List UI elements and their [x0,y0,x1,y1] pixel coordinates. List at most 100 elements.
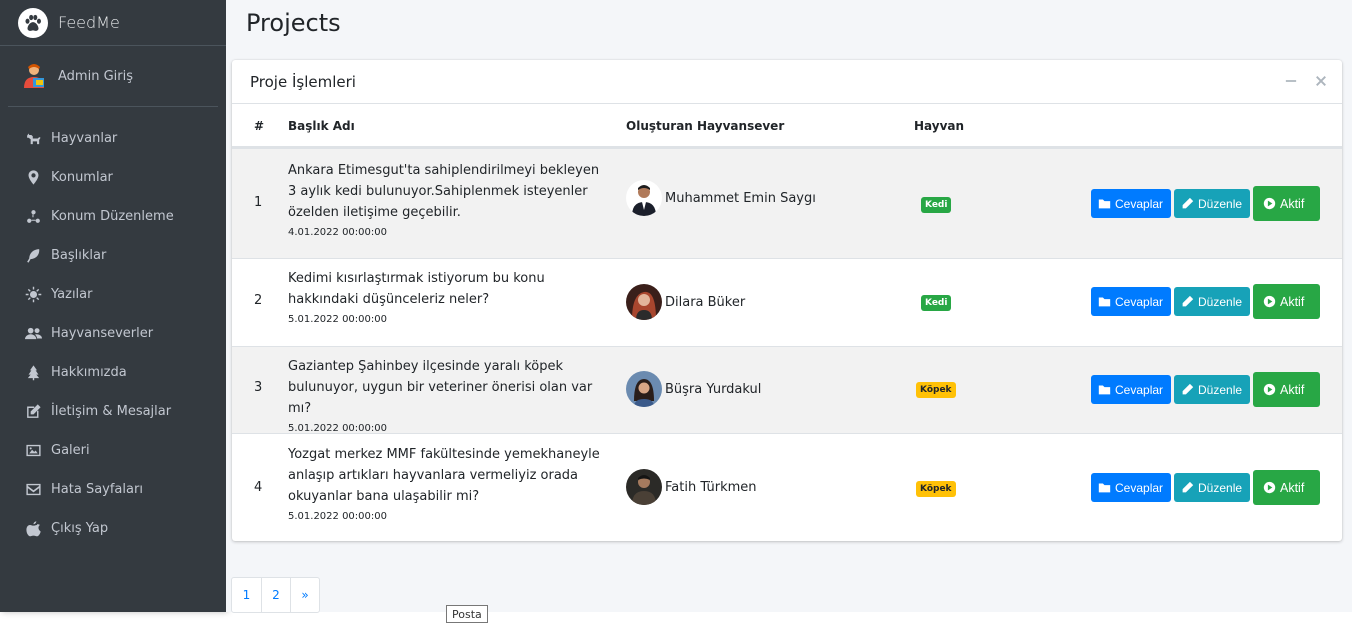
user-panel[interactable]: Admin Giriş [8,46,218,107]
active-label: Aktif [1280,480,1305,495]
edit-label: Düzenle [1198,382,1243,397]
play-circle-icon [1263,197,1276,210]
page-link-2[interactable]: 2 [261,578,290,612]
active-button[interactable]: Aktif [1253,372,1320,407]
edit-button[interactable]: Düzenle [1174,375,1250,404]
edit-button[interactable]: Düzenle [1174,473,1250,502]
creator-name: Fatih Türkmen [665,479,757,495]
pencil-icon [1182,481,1194,493]
answers-button[interactable]: Cevaplar [1091,287,1171,316]
folder-icon [1098,199,1111,209]
map-marker-icon [24,170,42,186]
table-row: 4 Yozgat merkez MMF fakültesinde yemekha… [232,433,1342,541]
header-num: # [254,119,265,133]
sidebar-item-galeri[interactable]: Galeri [0,431,226,470]
answers-label: Cevaplar [1115,382,1164,397]
row-number: 2 [254,293,263,308]
row-date: 5.01.2022 00:00:00 [288,511,387,522]
sidebar-item-iletisim-mesajlar[interactable]: İletişim & Mesajlar [0,392,226,431]
card-tools [1284,74,1328,88]
answers-label: Cevaplar [1115,196,1164,211]
active-button[interactable]: Aktif [1253,186,1320,221]
animal-badge: Kedi [921,295,952,311]
creator-name: Muhammet Emin Saygı [665,190,816,206]
sidebar-item-hata-sayfalari[interactable]: Hata Sayfaları [0,470,226,509]
minus-icon[interactable] [1284,74,1298,88]
answers-button[interactable]: Cevaplar [1091,375,1171,404]
sidebar-item-basliklar[interactable]: Başlıklar [0,236,226,275]
pencil-icon [1182,383,1194,395]
table-header: # Başlık Adı Oluşturan Hayvansever Hayva… [232,104,1342,148]
sidebar-item-hayvanlar[interactable]: Hayvanlar [0,119,226,158]
tree-icon [24,365,42,381]
times-icon[interactable] [1314,74,1328,88]
folder-icon [1098,297,1111,307]
row-date: 4.01.2022 00:00:00 [288,227,387,238]
active-button[interactable]: Aktif [1253,470,1320,505]
dog-icon [24,131,42,147]
answers-button[interactable]: Cevaplar [1091,189,1171,218]
sidebar-item-konum-duzenleme[interactable]: Konum Düzenleme [0,197,226,236]
play-circle-icon [1263,295,1276,308]
page-link-1[interactable]: 1 [232,578,261,612]
creator-name: Büşra Yurdakul [665,381,762,397]
apple-icon [24,521,42,537]
admin-name: Admin Giriş [58,68,133,84]
card-header: Proje İşlemleri [232,60,1342,104]
animal-badge: Köpek [916,382,956,398]
card-title: Proje İşlemleri [250,72,356,91]
header-animal: Hayvan [914,119,965,133]
row-actions: Cevaplar Düzenle Aktif [1091,470,1320,505]
avatar [626,469,662,505]
avatar [626,284,662,320]
row-title: Kedimi kısırlaştırmak istiyorum bu konu … [288,271,545,307]
sidebar-item-cikis-yap[interactable]: Çıkış Yap [0,509,226,548]
sidebar-nav: Hayvanlar Konumlar Konum Düzenleme Başlı… [0,107,226,548]
row-title-cell: Gaziantep Şahinbey ilçesinde yaralı köpe… [288,356,608,436]
brand-name: FeedMe [58,13,120,32]
page-link-next[interactable]: » [290,578,319,612]
admin-avatar [19,61,49,91]
row-number: 3 [254,380,263,395]
sidebar-item-label: Çıkış Yap [51,521,109,536]
animal-badge: Köpek [916,481,956,497]
row-title-cell: Kedimi kısırlaştırmak istiyorum bu konu … [288,268,608,327]
edit-button[interactable]: Düzenle [1174,189,1250,218]
users-icon [24,326,42,342]
play-circle-icon [1263,383,1276,396]
sidebar-item-yazilar[interactable]: Yazılar [0,275,226,314]
sidebar: FeedMe Admin Giriş Hayvanlar Konumlar Ko… [0,0,226,612]
active-label: Aktif [1280,382,1305,397]
avatar [626,180,662,216]
sidebar-item-label: Hata Sayfaları [51,482,143,497]
projects-card: Proje İşlemleri # Başlık Adı Oluşturan H… [232,60,1342,541]
folder-icon [1098,483,1111,493]
sidebar-item-label: Hayvanlar [51,131,118,146]
row-number: 4 [254,480,263,495]
sidebar-item-label: İletişim & Mesajlar [51,404,172,419]
sidebar-item-hayvanseverler[interactable]: Hayvanseverler [0,314,226,353]
content-wrapper: Projects Proje İşlemleri # Başlık Adı Ol… [226,0,1352,613]
row-title-cell: Ankara Etimesgut'ta sahiplendirilmeyi be… [288,160,608,240]
row-actions: Cevaplar Düzenle Aktif [1091,186,1320,221]
header-title: Başlık Adı [288,119,355,133]
row-creator: Muhammet Emin Saygı [626,180,816,216]
play-circle-icon [1263,481,1276,494]
sidebar-item-label: Başlıklar [51,248,107,263]
row-title: Yozgat merkez MMF fakültesinde yemekhane… [288,447,600,504]
table-row: 3 Gaziantep Şahinbey ilçesinde yaralı kö… [232,346,1342,436]
table-row: 2 Kedimi kısırlaştırmak istiyorum bu kon… [232,258,1342,346]
sidebar-item-hakkimizda[interactable]: Hakkımızda [0,353,226,392]
active-button[interactable]: Aktif [1253,284,1320,319]
brand-link[interactable]: FeedMe [0,0,226,46]
pagination: 1 2 » [231,577,320,613]
edit-label: Düzenle [1198,480,1243,495]
row-creator: Dilara Büker [626,284,745,320]
sidebar-item-label: Hakkımızda [51,365,127,380]
answers-label: Cevaplar [1115,480,1164,495]
sidebar-item-konumlar[interactable]: Konumlar [0,158,226,197]
feather-icon [24,248,42,264]
answers-button[interactable]: Cevaplar [1091,473,1171,502]
edit-button[interactable]: Düzenle [1174,287,1250,316]
row-actions: Cevaplar Düzenle Aktif [1091,372,1320,407]
